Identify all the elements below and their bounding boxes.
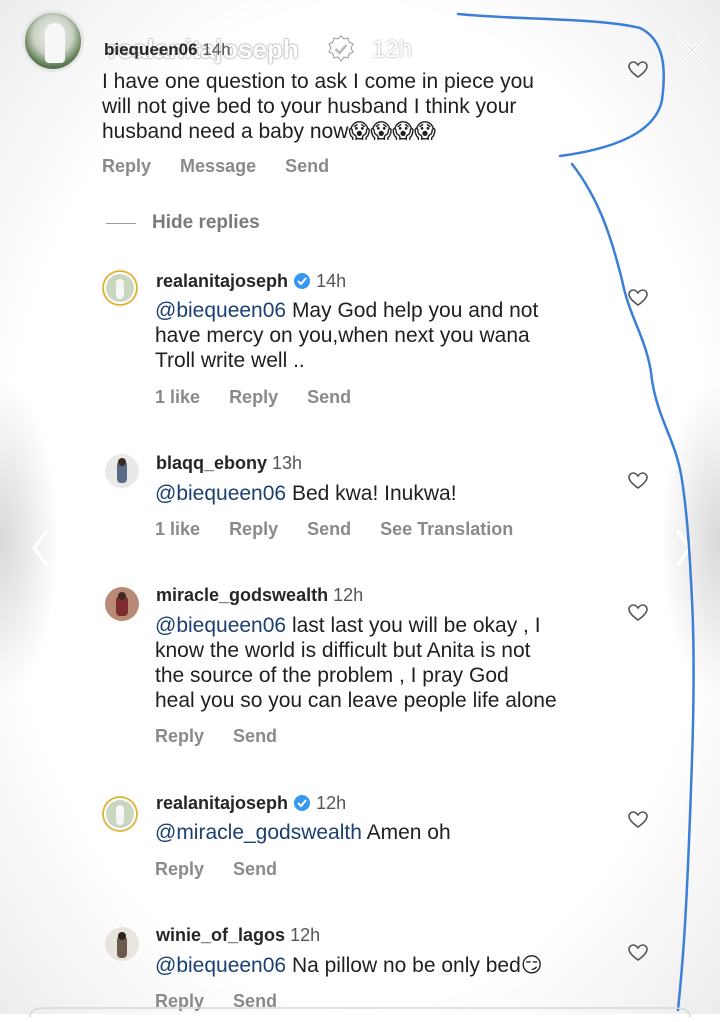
- send-button[interactable]: Send: [307, 387, 351, 407]
- comment-text: @biequeen06 Na pillow no be only bed😏: [155, 953, 543, 978]
- send-button[interactable]: Send: [285, 156, 329, 176]
- chevron-left-icon[interactable]: [28, 528, 52, 568]
- story-avatar[interactable]: [22, 10, 84, 72]
- comment-actions: 1 like Reply Send See Translation: [155, 519, 537, 540]
- comment-line: @biequeen06 Na pillow no be only bed😏: [155, 953, 543, 978]
- verified-badge-icon: [294, 795, 311, 811]
- heart-icon[interactable]: [628, 289, 648, 307]
- divider: [106, 223, 136, 224]
- comment-username[interactable]: winie_of_lagos 12h: [156, 925, 320, 946]
- comment-line: have mercy on you,when next you wana: [155, 324, 530, 347]
- comment-line: know the world is difficult but Anita is…: [155, 639, 531, 662]
- comment-line-text: Na pillow no be only bed😏: [286, 954, 543, 977]
- comment-line-text: May God help you and not: [286, 299, 539, 322]
- heart-icon[interactable]: [628, 604, 648, 622]
- comment-time: 14h: [316, 271, 347, 291]
- username-text[interactable]: miracle_godswealth: [156, 585, 328, 605]
- username-text[interactable]: biequeen06: [104, 40, 198, 59]
- avatar[interactable]: [104, 453, 140, 489]
- comment-username[interactable]: realanitajoseph 12h: [156, 793, 346, 814]
- story-viewer: [0, 0, 720, 1014]
- reply-button[interactable]: Reply: [102, 156, 151, 176]
- comment-line: will not give bed to your husband I thin…: [102, 95, 517, 118]
- comment-line: heal you so you can leave people life al…: [155, 689, 557, 712]
- reply-input-edge[interactable]: [0, 1004, 720, 1018]
- comment-actions: Reply Send: [155, 859, 301, 880]
- avatar[interactable]: [102, 270, 138, 306]
- avatar[interactable]: [104, 586, 140, 622]
- heart-icon[interactable]: [628, 811, 648, 829]
- comment-text: I have one question to ask I come in pie…: [102, 69, 534, 144]
- avatar[interactable]: [102, 796, 138, 832]
- comment-text: @biequeen06 Bed kwa! Inukwa!: [155, 481, 457, 506]
- comment-line-text: Amen oh: [361, 821, 451, 844]
- verified-badge-icon: [328, 35, 354, 62]
- story-time: 12h: [372, 36, 413, 63]
- send-button[interactable]: Send: [233, 726, 277, 746]
- message-button[interactable]: Message: [180, 156, 256, 176]
- comment-time: 12h: [316, 793, 347, 813]
- comment-actions: Reply Send: [155, 726, 301, 747]
- comment-username[interactable]: miracle_godswealth 12h: [156, 585, 363, 606]
- comment-text: @miracle_godswealth Amen oh: [155, 820, 451, 845]
- send-button[interactable]: Send: [233, 859, 277, 879]
- mention-link[interactable]: @biequeen06: [155, 614, 286, 637]
- username-text[interactable]: realanitajoseph: [156, 271, 288, 291]
- mention-link[interactable]: @miracle_godswealth: [155, 821, 362, 844]
- username-text[interactable]: winie_of_lagos: [156, 925, 285, 945]
- comment-username[interactable]: biequeen06 14h: [104, 40, 231, 60]
- comment-username[interactable]: blaqq_ebony 13h: [156, 453, 302, 474]
- comment-line-text: last last you will be okay , I: [286, 614, 541, 637]
- likes-count[interactable]: 1 like: [155, 387, 200, 407]
- comment-line: @miracle_godswealth Amen oh: [155, 820, 451, 845]
- see-translation-button[interactable]: See Translation: [380, 519, 513, 539]
- comment-time: 12h: [333, 585, 364, 605]
- send-button[interactable]: Send: [307, 519, 351, 539]
- likes-count[interactable]: 1 like: [155, 519, 200, 539]
- reply-button[interactable]: Reply: [155, 859, 204, 879]
- username-text[interactable]: realanitajoseph: [156, 793, 288, 813]
- comment-line: @biequeen06 May God help you and not: [155, 298, 538, 323]
- comment-line: husband need a baby now😱😱😱😱: [102, 120, 436, 143]
- heart-icon[interactable]: [628, 944, 648, 962]
- comment-time: 13h: [272, 453, 303, 473]
- mention-link[interactable]: @biequeen06: [155, 299, 286, 322]
- verified-badge-icon: [294, 273, 311, 289]
- reply-button[interactable]: Reply: [229, 519, 278, 539]
- reply-button[interactable]: Reply: [229, 387, 278, 407]
- comment-time: 14h: [202, 40, 231, 59]
- comment-text: @biequeen06 May God help you and not hav…: [155, 298, 538, 373]
- comment-text: @biequeen06 last last you will be okay ,…: [155, 613, 557, 713]
- close-icon[interactable]: [672, 30, 712, 70]
- comment-actions: 1 like Reply Send: [155, 387, 375, 408]
- mention-link[interactable]: @biequeen06: [155, 482, 286, 505]
- comment-line-text: Bed kwa! Inukwa!: [286, 482, 457, 505]
- heart-icon[interactable]: [628, 472, 648, 490]
- heart-icon[interactable]: [628, 61, 648, 79]
- comment-time: 12h: [290, 925, 321, 945]
- comment-line: I have one question to ask I come in pie…: [102, 70, 534, 93]
- chevron-right-icon[interactable]: [672, 528, 696, 568]
- reply-button[interactable]: Reply: [155, 726, 204, 746]
- username-text[interactable]: blaqq_ebony: [156, 453, 267, 473]
- comment-line: Troll write well ..: [155, 349, 305, 372]
- comment-actions: Reply Message Send: [102, 156, 353, 177]
- hide-replies-label[interactable]: Hide replies: [152, 212, 260, 234]
- comment-line: @biequeen06 Bed kwa! Inukwa!: [155, 481, 457, 506]
- avatar[interactable]: [104, 926, 140, 962]
- comment-line: @biequeen06 last last you will be okay ,…: [155, 613, 557, 638]
- mention-link[interactable]: @biequeen06: [155, 954, 286, 977]
- comment-username[interactable]: realanitajoseph 14h: [156, 271, 346, 292]
- comment-line: the source of the problem , I pray God: [155, 664, 509, 687]
